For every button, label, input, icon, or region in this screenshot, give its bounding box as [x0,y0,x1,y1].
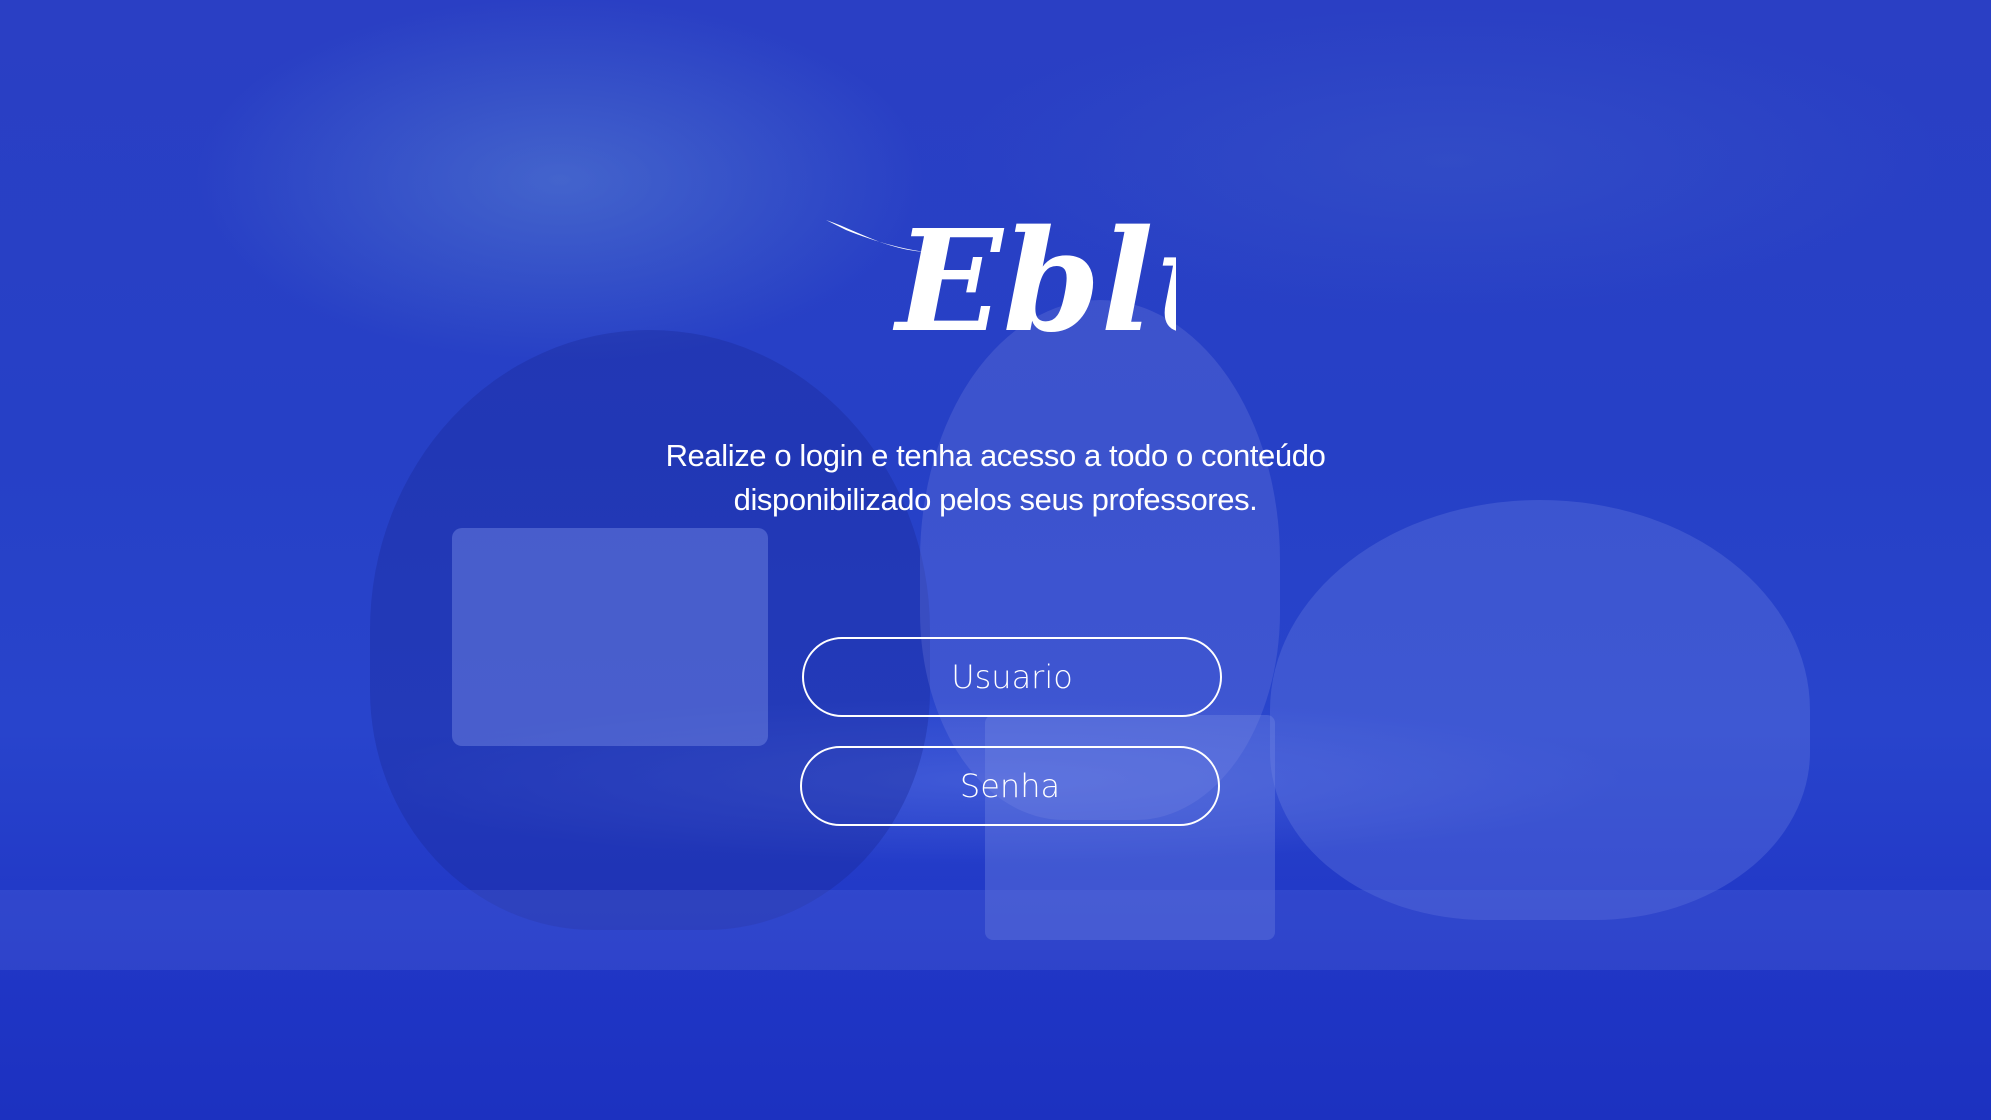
login-screen: Eblue Realize o login e tenha acesso a t… [0,0,1991,1120]
background-person [1270,500,1810,920]
brand-logo: Eblue [0,180,1991,345]
password-input[interactable] [800,746,1220,826]
username-input[interactable] [802,637,1222,717]
login-tagline: Realize o login e tenha acesso a todo o … [0,434,1991,522]
tagline-line-1: Realize o login e tenha acesso a todo o … [665,438,1326,473]
background-laptop [452,528,768,746]
background-photo [0,0,1991,1120]
tagline-line-2: disponibilizado pelos seus professores. [733,482,1258,517]
background-ground [0,890,1991,970]
logo-text: Eblue [892,200,1176,340]
logo-wordmark-icon: Eblue [825,200,1176,340]
